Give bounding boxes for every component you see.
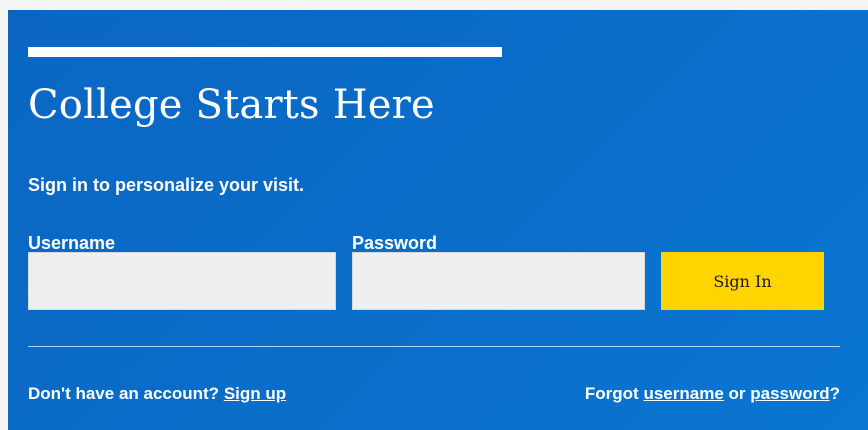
divider [28,346,840,347]
sign-in-panel: College Starts Here Sign in to personali… [8,10,868,430]
password-label: Password [352,233,438,253]
username-label: Username [28,233,116,253]
forgot-credentials-row: Forgot username or password? [585,384,840,404]
password-input[interactable] [352,252,645,310]
forgot-username-link[interactable]: username [643,384,723,403]
accent-bar [28,47,502,57]
username-input[interactable] [28,252,336,310]
signup-prompt-row: Don't have an account? Sign up [28,384,286,404]
sign-up-link[interactable]: Sign up [224,384,286,403]
forgot-password-link[interactable]: password [750,384,829,403]
subtitle: Sign in to personalize your visit. [28,175,305,195]
signup-prompt: Don't have an account? [28,384,220,403]
page-title: College Starts Here [28,82,435,128]
forgot-prefix: Forgot [584,384,639,403]
forgot-suffix: ? [829,384,840,403]
sign-in-button[interactable]: Sign In [661,252,824,310]
forgot-or: or [728,384,746,403]
